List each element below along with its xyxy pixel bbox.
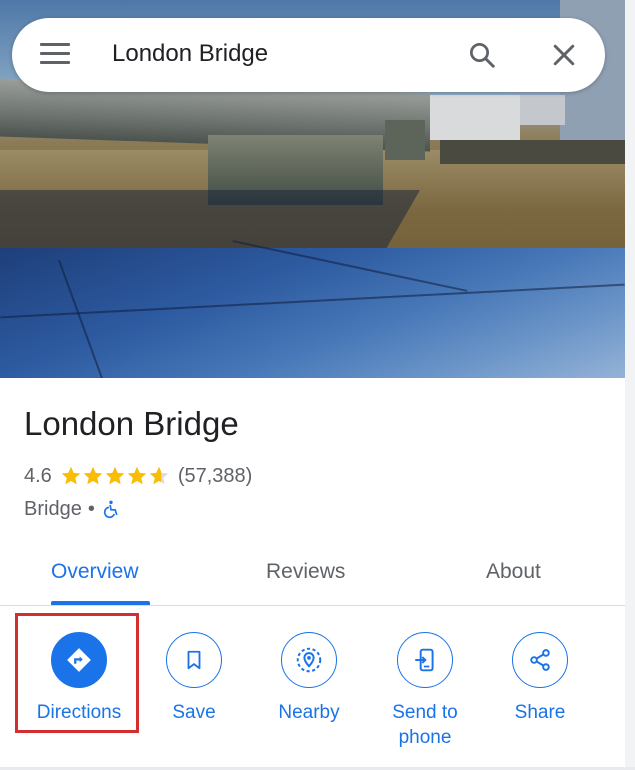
place-category: Bridge: [24, 497, 82, 520]
place-title: London Bridge: [24, 405, 239, 442]
star-icon: [61, 466, 80, 485]
share-button[interactable]: Share: [485, 632, 595, 725]
menu-icon[interactable]: [40, 43, 70, 67]
send-to-phone-label: Send to phone: [392, 702, 458, 748]
star-icon: [127, 466, 146, 485]
nearby-icon: [296, 647, 322, 673]
category-row: Bridge •: [24, 496, 121, 522]
nearby-label: Nearby: [278, 702, 340, 723]
search-input[interactable]: London Bridge: [112, 40, 268, 68]
separator-dot: •: [87, 497, 95, 520]
rating-row: 4.6 (57,388): [24, 463, 252, 489]
star-rating: [60, 465, 170, 487]
tab-bar: Overview Reviews About: [0, 548, 625, 608]
tab-about[interactable]: About: [486, 560, 541, 584]
search-bar[interactable]: London Bridge: [12, 18, 605, 92]
star-icon: [83, 466, 102, 485]
divider: [0, 605, 625, 606]
wheelchair-icon: [103, 500, 118, 519]
save-label: Save: [172, 702, 216, 723]
rating-value: 4.6: [24, 464, 52, 487]
nearby-button[interactable]: Nearby: [254, 632, 364, 725]
save-button[interactable]: Save: [139, 632, 249, 725]
search-icon[interactable]: [467, 40, 497, 70]
close-icon[interactable]: [549, 40, 579, 70]
tab-overview[interactable]: Overview: [51, 560, 139, 584]
review-count[interactable]: (57,388): [178, 465, 253, 488]
share-icon: [530, 649, 550, 671]
highlight-annotation-box: [15, 613, 139, 733]
send-to-phone-icon: [415, 648, 434, 672]
bookmark-icon: [187, 650, 201, 670]
send-to-phone-button[interactable]: Send to phone: [369, 632, 481, 750]
tab-reviews[interactable]: Reviews: [266, 560, 345, 584]
share-label: Share: [514, 702, 566, 723]
star-icon: [149, 466, 168, 485]
star-icon: [105, 466, 124, 485]
